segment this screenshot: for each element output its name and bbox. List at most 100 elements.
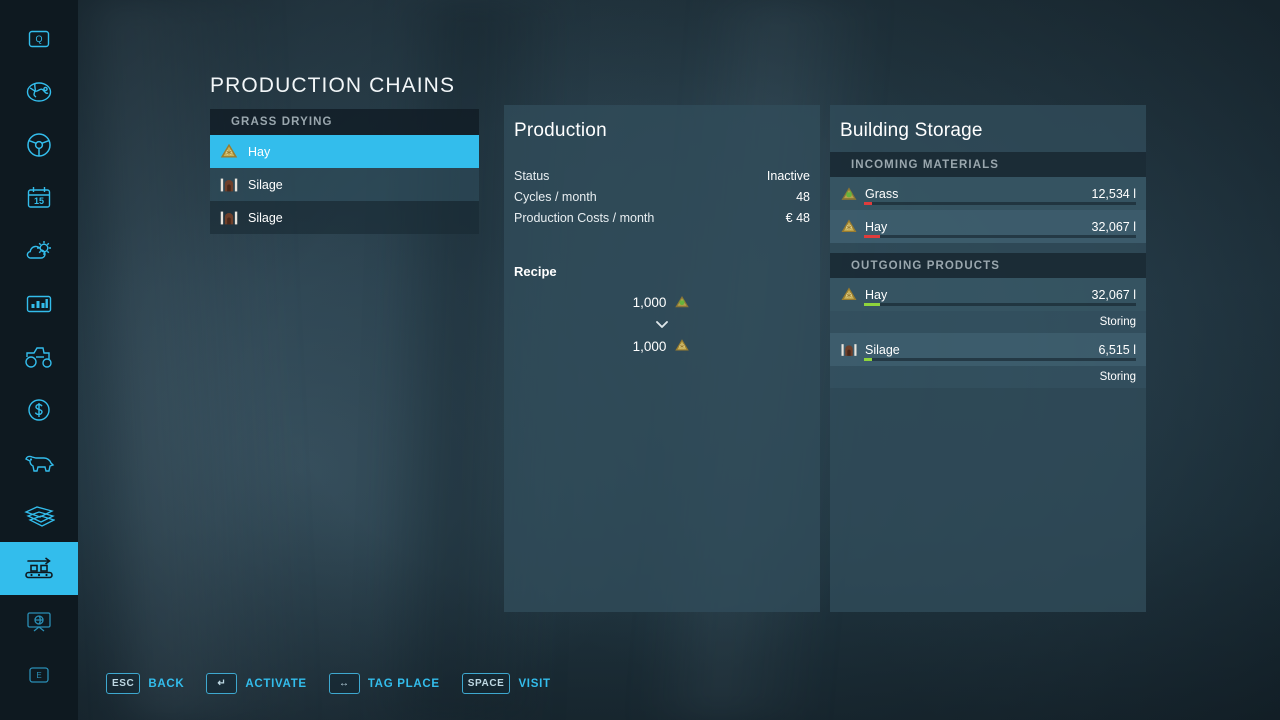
building-storage-panel: Building Storage INCOMING MATERIALS Gras… — [830, 105, 1146, 612]
sidebar: Q 15 — [0, 0, 78, 720]
stat-label: Production Costs / month — [514, 211, 654, 225]
recipe-heading: Recipe — [504, 264, 820, 279]
production-panel: Production Status Inactive Cycles / mont… — [504, 105, 820, 612]
recipe-input: 1,000 — [504, 291, 820, 313]
recipe-output-amount: 1,000 — [633, 339, 667, 354]
storage-fill-bar — [864, 202, 1136, 205]
sidebar-item-machines[interactable] — [0, 330, 78, 383]
stat-row-status: Status Inactive — [514, 165, 810, 186]
storage-row-amount: 32,067 l — [1092, 288, 1136, 302]
silage-icon — [218, 207, 240, 229]
stat-value: Inactive — [767, 169, 810, 183]
grass-icon — [839, 184, 859, 204]
storage-row-label: Hay — [865, 288, 1092, 302]
hotkey-label: TAG PLACE — [368, 678, 440, 690]
sidebar-item-calendar[interactable]: 15 — [0, 171, 78, 224]
storage-row-label: Grass — [865, 187, 1092, 201]
esc-key: ESC — [106, 673, 140, 694]
hotkey-label: VISIT — [518, 678, 550, 690]
recipe-input-amount: 1,000 — [633, 295, 667, 310]
sidebar-item-statistics[interactable] — [0, 277, 78, 330]
weather-sun-cloud-icon — [23, 237, 55, 265]
sidebar-item-exit-e[interactable]: E — [0, 648, 78, 701]
silage-icon — [839, 340, 859, 360]
stat-row-costs: Production Costs / month € 48 — [514, 207, 810, 228]
storage-row-hay-incoming[interactable]: Hay 32,067 l — [830, 210, 1146, 243]
storage-row-silage-outgoing[interactable]: Silage 6,515 l — [830, 333, 1146, 366]
storage-fill — [864, 358, 872, 361]
chain-list-item-label: Silage — [248, 211, 283, 225]
hay-icon — [673, 337, 691, 355]
hotkey-label: BACK — [148, 678, 184, 690]
dollar-coin-icon — [25, 396, 53, 424]
key-q-icon: Q — [26, 26, 52, 52]
storage-row-amount: 32,067 l — [1092, 220, 1136, 234]
hotkey-back[interactable]: ESC BACK — [106, 673, 184, 694]
globe-icon — [24, 77, 54, 107]
steering-wheel-icon — [24, 130, 54, 160]
incoming-materials-header: INCOMING MATERIALS — [830, 152, 1146, 177]
storage-row-label: Hay — [865, 220, 1092, 234]
calendar-15-icon: 15 — [24, 184, 54, 212]
storage-fill-bar — [864, 303, 1136, 306]
sidebar-item-weather[interactable] — [0, 224, 78, 277]
hay-icon — [839, 217, 859, 237]
sidebar-item-map[interactable] — [0, 65, 78, 118]
hay-icon — [218, 141, 240, 163]
hotkey-activate[interactable]: ↵ ACTIVATE — [206, 673, 306, 694]
recipe-body: 1,000 1,000 — [504, 291, 820, 357]
enter-key-icon: ↵ — [206, 673, 237, 694]
tractor-icon — [22, 344, 56, 370]
hotkey-visit[interactable]: SPACE VISIT — [462, 673, 551, 694]
stat-value: € 48 — [786, 211, 810, 225]
storage-fill-bar — [864, 358, 1136, 361]
page-title: PRODUCTION CHAINS — [210, 74, 455, 98]
sidebar-item-contracts[interactable] — [0, 489, 78, 542]
storage-row-status-silage: Storing — [830, 366, 1146, 388]
stat-value: 48 — [796, 190, 810, 204]
cow-icon — [22, 450, 56, 476]
chain-list-item-hay[interactable]: Hay — [210, 135, 479, 168]
production-chain-list: GRASS DRYING Hay Silage Silage — [210, 109, 479, 234]
chain-list-item-label: Silage — [248, 178, 283, 192]
stat-row-cycles: Cycles / month 48 — [514, 186, 810, 207]
key-e-icon: E — [26, 662, 52, 688]
monitor-globe-icon — [24, 608, 54, 636]
svg-text:Q: Q — [35, 34, 42, 44]
svg-text:E: E — [36, 671, 41, 680]
documents-icon — [23, 503, 55, 529]
recipe-arrow-icon — [504, 313, 820, 335]
chain-list-item-silage-2[interactable]: Silage — [210, 201, 479, 234]
silage-icon — [218, 174, 240, 196]
sidebar-item-vehicles[interactable] — [0, 118, 78, 171]
sidebar-item-finances[interactable] — [0, 383, 78, 436]
storage-fill — [864, 202, 872, 205]
chain-list-item-silage-1[interactable]: Silage — [210, 168, 479, 201]
production-panel-title: Production — [504, 105, 820, 142]
hotkey-tag-place[interactable]: ↔ TAG PLACE — [329, 673, 440, 694]
storage-row-grass[interactable]: Grass 12,534 l — [830, 177, 1146, 210]
sidebar-item-multiplayer[interactable] — [0, 595, 78, 648]
outgoing-products-header: OUTGOING PRODUCTS — [830, 253, 1146, 278]
storage-fill — [864, 235, 880, 238]
hotkey-label: ACTIVATE — [245, 678, 306, 690]
space-key: SPACE — [462, 673, 511, 694]
stat-label: Cycles / month — [514, 190, 597, 204]
storage-panel-title: Building Storage — [830, 105, 1146, 142]
storage-row-hay-outgoing[interactable]: Hay 32,067 l — [830, 278, 1146, 311]
storage-row-amount: 6,515 l — [1098, 343, 1136, 357]
production-stats: Status Inactive Cycles / month 48 Produc… — [504, 165, 820, 228]
sidebar-item-production[interactable] — [0, 542, 78, 595]
chain-group-header: GRASS DRYING — [210, 109, 479, 135]
stat-label: Status — [514, 169, 549, 183]
bar-chart-icon — [24, 292, 54, 316]
sidebar-item-animals[interactable] — [0, 436, 78, 489]
storage-fill-bar — [864, 235, 1136, 238]
sidebar-item-help-q[interactable]: Q — [0, 12, 78, 65]
storage-row-label: Silage — [865, 343, 1098, 357]
storage-fill — [864, 303, 880, 306]
storage-row-status-hay: Storing — [830, 311, 1146, 333]
hotkey-bar: ESC BACK ↵ ACTIVATE ↔ TAG PLACE SPACE VI… — [106, 673, 551, 694]
chain-list-item-label: Hay — [248, 145, 270, 159]
svg-text:15: 15 — [34, 196, 44, 206]
